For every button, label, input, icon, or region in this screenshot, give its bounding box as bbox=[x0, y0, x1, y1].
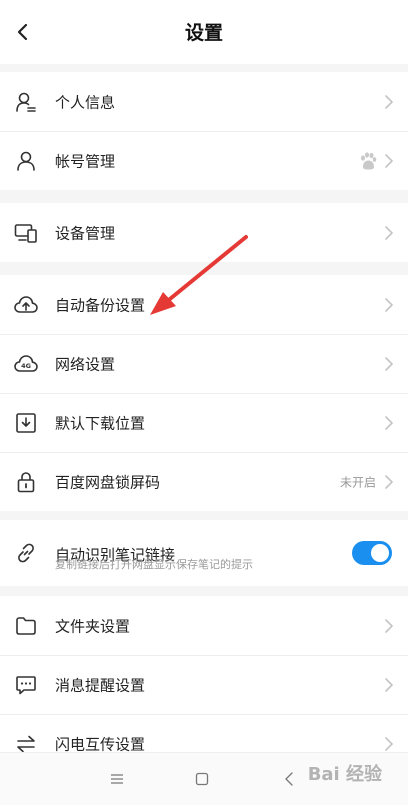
nav-back-button[interactable] bbox=[277, 767, 301, 791]
settings-item-notifications[interactable]: 消息提醒设置 bbox=[0, 655, 408, 714]
chevron-right-icon bbox=[385, 618, 394, 633]
message-icon bbox=[14, 673, 38, 697]
chevron-right-icon bbox=[385, 677, 394, 692]
settings-item-network[interactable]: 4G 网络设置 bbox=[0, 334, 408, 393]
settings-item-label: 网络设置 bbox=[55, 355, 116, 373]
settings-item-download-location[interactable]: 默认下载位置 bbox=[0, 393, 408, 452]
baidu-paw-icon bbox=[361, 151, 377, 169]
toggle-knob bbox=[371, 544, 389, 562]
chevron-right-icon bbox=[385, 736, 394, 751]
folder-icon bbox=[14, 614, 38, 638]
settings-group-general: 自动备份设置 4G 网络设置 默认下载位置 百度网盘锁屏码 未开启 bbox=[0, 275, 408, 511]
cloud-4g-icon: 4G bbox=[14, 352, 38, 376]
settings-item-label: 文件夹设置 bbox=[55, 617, 131, 635]
home-square-icon bbox=[195, 772, 209, 786]
chevron-right-icon bbox=[385, 153, 394, 168]
settings-item-label: 消息提醒设置 bbox=[55, 676, 146, 694]
settings-item-description: 复制链接后打开网盘显示保存笔记的提示 bbox=[55, 558, 253, 571]
nav-menu-button[interactable] bbox=[105, 767, 129, 791]
link-icon bbox=[14, 541, 38, 565]
chevron-right-icon bbox=[385, 297, 394, 312]
back-triangle-icon bbox=[285, 772, 293, 786]
lock-code-status: 未开启 bbox=[339, 475, 376, 489]
settings-item-lock-code[interactable]: 百度网盘锁屏码 未开启 bbox=[0, 452, 408, 511]
svg-text:4G: 4G bbox=[21, 362, 31, 370]
chevron-right-icon bbox=[385, 415, 394, 430]
user-icon bbox=[14, 149, 38, 173]
chevron-right-icon bbox=[385, 225, 394, 240]
baidu-jingyan-watermark: Bai 经验 bbox=[307, 764, 382, 785]
settings-item-account-management[interactable]: 帐号管理 bbox=[0, 131, 408, 190]
settings-item-label: 帐号管理 bbox=[55, 152, 116, 170]
settings-item-label: 个人信息 bbox=[55, 93, 116, 111]
settings-item-note-link: 自动识别笔记链接 复制链接后打开网盘显示保存笔记的提示 bbox=[0, 520, 408, 586]
settings-item-folder[interactable]: 文件夹设置 bbox=[0, 596, 408, 655]
note-link-toggle[interactable] bbox=[352, 541, 392, 565]
settings-item-device-management[interactable]: 设备管理 bbox=[0, 203, 408, 262]
devices-icon bbox=[14, 221, 38, 245]
header-bar: 设置 bbox=[0, 0, 408, 64]
settings-item-label: 设备管理 bbox=[55, 224, 116, 242]
chevron-right-icon bbox=[385, 356, 394, 371]
chevron-right-icon bbox=[385, 474, 394, 489]
download-box-icon bbox=[14, 411, 38, 435]
menu-icon bbox=[111, 774, 123, 784]
nav-home-button[interactable] bbox=[190, 767, 214, 791]
settings-group-account: 个人信息 帐号管理 bbox=[0, 72, 408, 190]
settings-group-misc: 文件夹设置 消息提醒设置 闪电互传设置 bbox=[0, 596, 408, 773]
settings-item-auto-backup[interactable]: 自动备份设置 bbox=[0, 275, 408, 334]
settings-item-label: 闪电互传设置 bbox=[55, 735, 146, 753]
settings-group-note: 自动识别笔记链接 复制链接后打开网盘显示保存笔记的提示 bbox=[0, 520, 408, 586]
page-title: 设置 bbox=[184, 22, 223, 44]
settings-item-personal-info[interactable]: 个人信息 bbox=[0, 72, 408, 131]
cloud-upload-icon bbox=[14, 293, 38, 317]
settings-item-label: 默认下载位置 bbox=[55, 414, 146, 432]
user-info-icon bbox=[14, 90, 38, 114]
settings-item-label: 自动备份设置 bbox=[55, 296, 146, 314]
settings-item-label: 百度网盘锁屏码 bbox=[55, 473, 161, 491]
chevron-right-icon bbox=[385, 94, 394, 109]
lock-icon bbox=[14, 470, 38, 494]
settings-group-device: 设备管理 bbox=[0, 203, 408, 262]
